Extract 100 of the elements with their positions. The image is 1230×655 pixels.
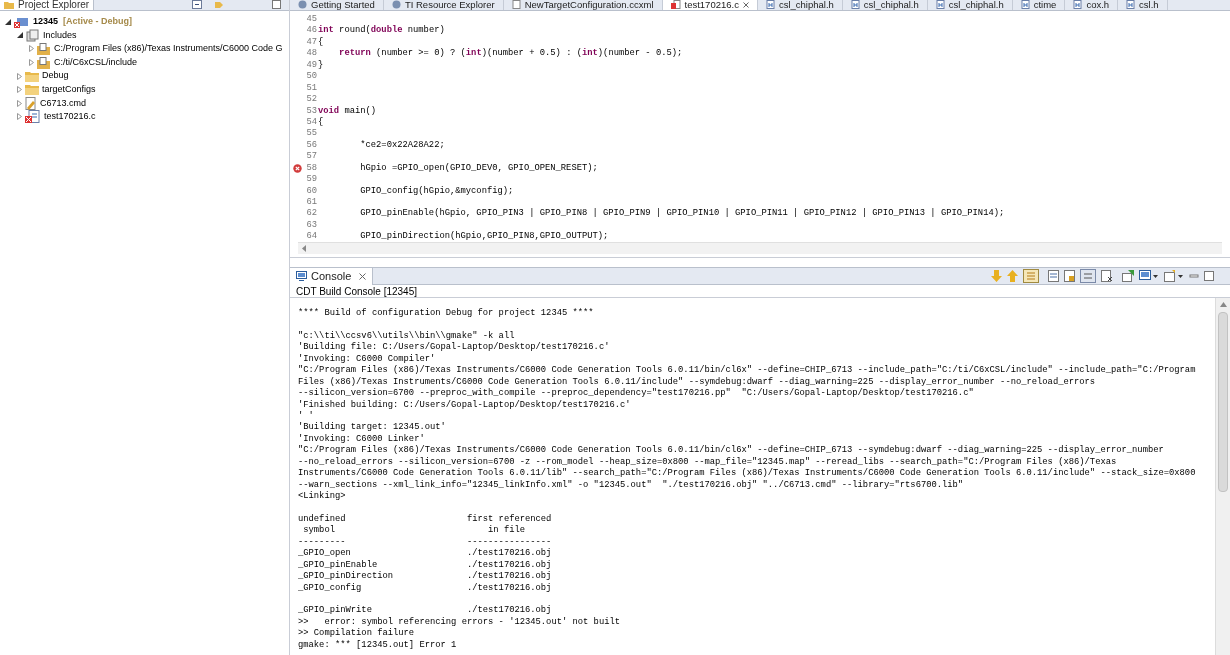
view-tab[interactable]: Project Explorer [0, 0, 95, 10]
code-line: { [318, 36, 324, 49]
project-icon [14, 15, 30, 29]
code-line: int round(double number) [318, 25, 445, 37]
console-line: _GPIO_config ./test170216.obj [298, 582, 553, 594]
line-number: 63 [305, 219, 317, 232]
code-line: GPIO_config(hGpio,&myconfig); [359, 185, 514, 197]
folder-icon [25, 70, 39, 82]
code-line: GPIO_pinDirection(hGpio,GPIO_PIN8,GPIO_OUTPUT); [359, 231, 609, 242]
code-line: { [318, 116, 324, 129]
h-file-icon [1126, 0, 1136, 9]
collapsed-twistie-icon[interactable] [17, 86, 22, 94]
tree-item[interactable]: Includes [43, 28, 77, 43]
line-number: 57 [305, 151, 317, 163]
folder-icon [4, 0, 14, 9]
line-number: 55 [305, 128, 317, 140]
line-number: 48 [305, 48, 317, 60]
word-wrap-icon[interactable] [1080, 269, 1096, 283]
lock-page-icon[interactable] [1064, 270, 1075, 282]
code-line: GPIO_pinEnable(hGpio, GPIO_PIN3 | GPIO_PIN8 | GPIO_PIN9 | GPIO_PIN10 | GPIO_PIN11 | GPIO_PIN12 | GPIO_PIN13 | GPIO_PIN14); [359, 208, 1005, 220]
close-icon[interactable] [742, 1, 749, 8]
collapse-all-icon[interactable] [192, 0, 202, 9]
arrow-up-icon[interactable] [1007, 270, 1018, 282]
h-file-icon [1073, 0, 1083, 9]
console-line: ' ' [298, 410, 315, 422]
scroll-left-icon[interactable] [302, 245, 307, 252]
folder-library-icon [37, 43, 51, 55]
tree-item[interactable]: C6713.cmd [40, 96, 87, 111]
code-line: } [318, 59, 324, 72]
editor-tab[interactable]: test170216.c [662, 0, 758, 10]
tree-item[interactable]: C:/Program Files (x86)/Texas Instruments/C6000 Code G [54, 42, 283, 56]
code-line: *ce2=0x22A28A22; [359, 139, 445, 152]
console-line: symbol in file [302, 525, 526, 537]
code-line: hGpio =GPIO_open(GPIO_DEV0, GPIO_OPEN_RESET); [359, 162, 598, 175]
monitor-icon [296, 271, 307, 281]
console-line: --silicon_version=6700 --preproc_with_compile --preproc_dependency="test170216.pp" "C:/Users/Gopal-Laptop/Desktop/test170216.c" [298, 388, 975, 400]
maximize-icon[interactable] [272, 0, 281, 9]
line-number: 45 [305, 14, 317, 26]
line-number: 49 [305, 59, 317, 72]
console-line: 'Finished building: C:/Users/Gopal-Laptop/Desktop/test170216.c' [298, 399, 632, 411]
collapsed-twistie-icon[interactable] [29, 45, 34, 53]
close-icon[interactable] [359, 272, 367, 280]
arrow-down-icon[interactable] [991, 270, 1002, 282]
scroll-lock-icon[interactable] [1023, 269, 1039, 283]
display-console-icon[interactable] [1139, 270, 1159, 282]
line-number: 54 [305, 116, 317, 129]
page-icon[interactable] [1048, 270, 1059, 282]
line-number: 61 [305, 197, 317, 209]
horizontal-scrollbar[interactable] [298, 242, 1222, 254]
error-marker-icon[interactable] [293, 163, 302, 173]
line-number: 59 [305, 174, 317, 186]
console-line: _GPIO_pinEnable ./test170216.obj [298, 559, 553, 571]
maximize-icon[interactable] [1204, 271, 1214, 281]
collapsed-twistie-icon[interactable] [17, 113, 22, 121]
h-file-icon [765, 0, 775, 9]
console-line: Files (x86)/Texas Instruments/C6000 Code Generation Tools 6.0.11/include" --symdebug:dwarf --diag_warning=225 --display_error_number --no_reload_errors [298, 376, 1097, 388]
tree-item[interactable]: targetConfigs [42, 83, 96, 97]
console-line: undefined first referenced [298, 512, 553, 525]
collapsed-twistie-icon[interactable] [17, 99, 22, 107]
console-line: 'Invoking: C6000 Linker' [298, 433, 426, 445]
collapsed-twistie-icon[interactable] [29, 59, 34, 67]
line-number: 58 [305, 162, 317, 175]
tree-item[interactable]: C:/ti/C6xCSL/include [54, 55, 138, 70]
console-line: "C:/Program Files (x86)/Texas Instruments/C6000 Code Generation Tools 6.0.11/bin/cl6x" --define=CHIP_6713 --symdebug:dwarf --diag_warning=225 --display_error_number [298, 445, 1165, 457]
expanded-twistie-icon[interactable] [5, 18, 11, 25]
console-tab[interactable]: Console [290, 267, 374, 285]
console-line: "C:/Program Files (x86)/Texas Instruments/C6000 Code Generation Tools 6.0.11/bin/cl6x" --define=CHIP_6713 --include_path="C:/ti/C6xCSL/include" --include_path="C:/Program [298, 365, 1197, 377]
globe-icon [298, 0, 307, 9]
project-status: [Active - Debug] [63, 15, 133, 29]
pin-icon[interactable] [1122, 270, 1134, 282]
globe-icon [391, 0, 401, 9]
line-number: 60 [305, 185, 317, 197]
line-number: 46 [305, 25, 317, 37]
code-line: return (number >= 0) ? (int)(number + 0.5) : (int)(number - 0.5); [338, 48, 683, 60]
console-line: _GPIO_pinDirection ./test170216.obj [298, 571, 553, 583]
code-line: void main() [318, 105, 377, 117]
console-line: 'Building file: C:/Users/Gopal-Laptop/Desktop/test170216.c' [298, 342, 611, 354]
file-pencil-icon [25, 96, 37, 110]
console-line: **** Build of configuration Debug for project 12345 **** [298, 308, 595, 320]
scroll-up-icon[interactable] [1219, 302, 1227, 307]
line-number: 52 [305, 94, 317, 106]
scroll-thumb[interactable] [1218, 312, 1228, 492]
tree-item[interactable]: 12345 [33, 15, 59, 29]
new-console-icon[interactable] [1164, 270, 1184, 282]
vertical-scrollbar[interactable] [1215, 298, 1230, 655]
console-line: >> error: symbol referencing errors - '12345.out' not built [298, 616, 622, 628]
clear-console-icon[interactable] [1101, 270, 1113, 282]
h-file-icon [935, 0, 945, 9]
console-line: "c:\\ti\\ccsv6\\utils\\bin\\gmake" -k all [298, 329, 516, 342]
console-line: >> Compilation failure [298, 628, 416, 640]
collapsed-twistie-icon[interactable] [17, 72, 22, 80]
line-number: 51 [305, 82, 317, 95]
tree-item[interactable]: test170216.c [44, 110, 96, 124]
console-line: Instruments/C6000 Code Generation Tools 6.0.11/lib" --search_path="C:/Program Files (x86)/Texas Instruments/C6000 Code Generation Tools 6.0.11/include" --stack_size=0x800 [298, 468, 1197, 480]
line-number: 47 [305, 36, 317, 49]
tree-item[interactable]: Debug [42, 69, 69, 83]
folder-library-icon [37, 56, 51, 69]
h-file-icon [850, 0, 860, 9]
expanded-twistie-icon[interactable] [17, 32, 23, 39]
c-file-error-icon [670, 0, 681, 9]
